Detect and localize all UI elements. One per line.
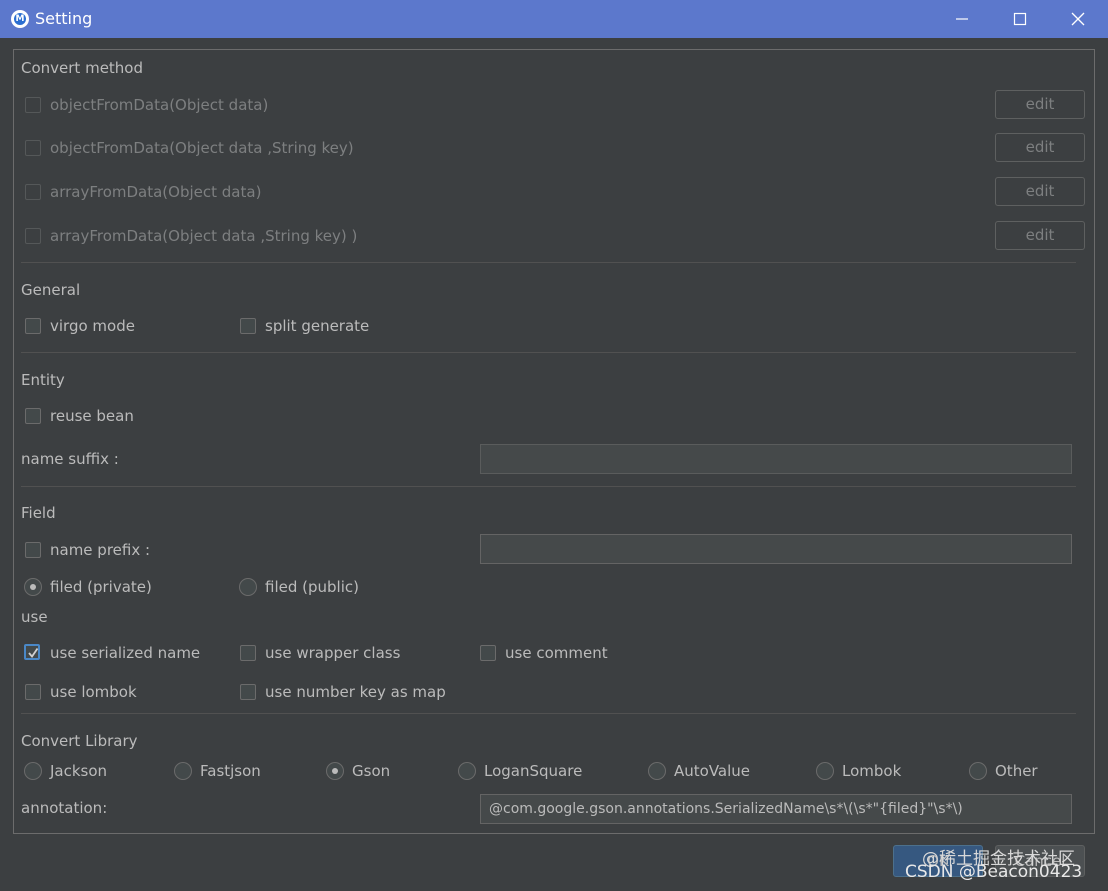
virgo-mode-label: virgo mode	[50, 317, 135, 335]
object-from-data-key-label: objectFromData(Object data ,String key)	[50, 139, 354, 157]
use-lombok-checkbox[interactable]	[25, 684, 41, 700]
library-label-logansquare: LoganSquare	[484, 762, 583, 780]
use-serialized-name-checkbox[interactable]	[24, 644, 40, 660]
array-from-data-key-label: arrayFromData(Object data ,String key) )	[50, 227, 358, 245]
use-heading: use	[21, 608, 48, 626]
split-generate-checkbox[interactable]	[240, 318, 256, 334]
reuse-bean-checkbox[interactable]	[25, 408, 41, 424]
library-radio-jackson[interactable]	[24, 762, 42, 780]
reuse-bean-label: reuse bean	[50, 407, 134, 425]
virgo-mode-checkbox[interactable]	[25, 318, 41, 334]
minimize-icon	[956, 18, 968, 20]
minimize-button[interactable]	[933, 0, 991, 38]
use-lombok-label: use lombok	[50, 683, 137, 701]
general-heading: General	[21, 281, 81, 299]
library-radio-other[interactable]	[969, 762, 987, 780]
watermark-csdn: CSDN @Beacon0423	[905, 862, 1083, 882]
library-label-jackson: Jackson	[50, 762, 108, 780]
filed-private-label: filed (private)	[50, 578, 152, 596]
maximize-icon	[1013, 12, 1027, 26]
filed-private-radio[interactable]	[24, 578, 42, 596]
library-label-fastjson: Fastjson	[200, 762, 261, 780]
library-radio-fastjson[interactable]	[174, 762, 192, 780]
use-number-key-as-map-label: use number key as map	[265, 683, 446, 701]
settings-panel	[13, 49, 1095, 834]
edit-object-from-data-key-button[interactable]: edit	[995, 133, 1085, 162]
window-title: Setting	[35, 9, 93, 28]
maximize-button[interactable]	[991, 0, 1049, 38]
section-divider	[21, 262, 1076, 263]
name-prefix-input[interactable]	[480, 534, 1072, 564]
library-radio-gson[interactable]	[326, 762, 344, 780]
section-divider	[21, 486, 1076, 487]
library-label-gson: Gson	[352, 762, 391, 780]
library-radio-logansquare[interactable]	[458, 762, 476, 780]
use-comment-checkbox[interactable]	[480, 645, 496, 661]
array-from-data-key-checkbox[interactable]	[25, 228, 41, 244]
object-from-data-key-checkbox[interactable]	[25, 140, 41, 156]
radio-selected-dot	[332, 768, 338, 774]
annotation-input[interactable]: @com.google.gson.annotations.SerializedN…	[480, 794, 1072, 824]
name-suffix-label: name suffix :	[21, 450, 119, 468]
filed-public-radio[interactable]	[239, 578, 257, 596]
object-from-data-checkbox[interactable]	[25, 97, 41, 113]
entity-heading: Entity	[21, 371, 65, 389]
name-prefix-checkbox[interactable]	[25, 542, 41, 558]
use-wrapper-class-checkbox[interactable]	[240, 645, 256, 661]
edit-object-from-data-button[interactable]: edit	[995, 90, 1085, 119]
edit-array-from-data-key-button[interactable]: edit	[995, 221, 1085, 250]
array-from-data-checkbox[interactable]	[25, 184, 41, 200]
split-generate-label: split generate	[265, 317, 370, 335]
use-number-key-as-map-checkbox[interactable]	[240, 684, 256, 700]
library-radio-autovalue[interactable]	[648, 762, 666, 780]
field-heading: Field	[21, 504, 56, 522]
filed-public-label: filed (public)	[265, 578, 359, 596]
use-serialized-name-label: use serialized name	[50, 644, 201, 662]
checkmark-icon	[28, 647, 39, 658]
array-from-data-label: arrayFromData(Object data)	[50, 183, 262, 201]
library-label-other: Other	[995, 762, 1038, 780]
name-suffix-input[interactable]	[480, 444, 1072, 474]
section-divider	[21, 352, 1076, 353]
library-label-lombok: Lombok	[842, 762, 902, 780]
radio-selected-dot	[30, 584, 36, 590]
use-comment-label: use comment	[505, 644, 608, 662]
use-wrapper-class-label: use wrapper class	[265, 644, 401, 662]
close-button[interactable]	[1049, 0, 1107, 38]
library-radio-lombok[interactable]	[816, 762, 834, 780]
close-icon	[1071, 12, 1085, 26]
section-divider	[21, 713, 1076, 714]
convert-method-heading: Convert method	[21, 59, 144, 77]
title-bar: M Setting	[0, 0, 1108, 38]
name-prefix-label: name prefix :	[50, 541, 151, 559]
object-from-data-label: objectFromData(Object data)	[50, 96, 269, 114]
convert-library-heading: Convert Library	[21, 732, 138, 750]
app-logo-icon: M	[11, 10, 29, 28]
edit-array-from-data-button[interactable]: edit	[995, 177, 1085, 206]
library-label-autovalue: AutoValue	[674, 762, 751, 780]
annotation-label: annotation:	[21, 799, 108, 817]
